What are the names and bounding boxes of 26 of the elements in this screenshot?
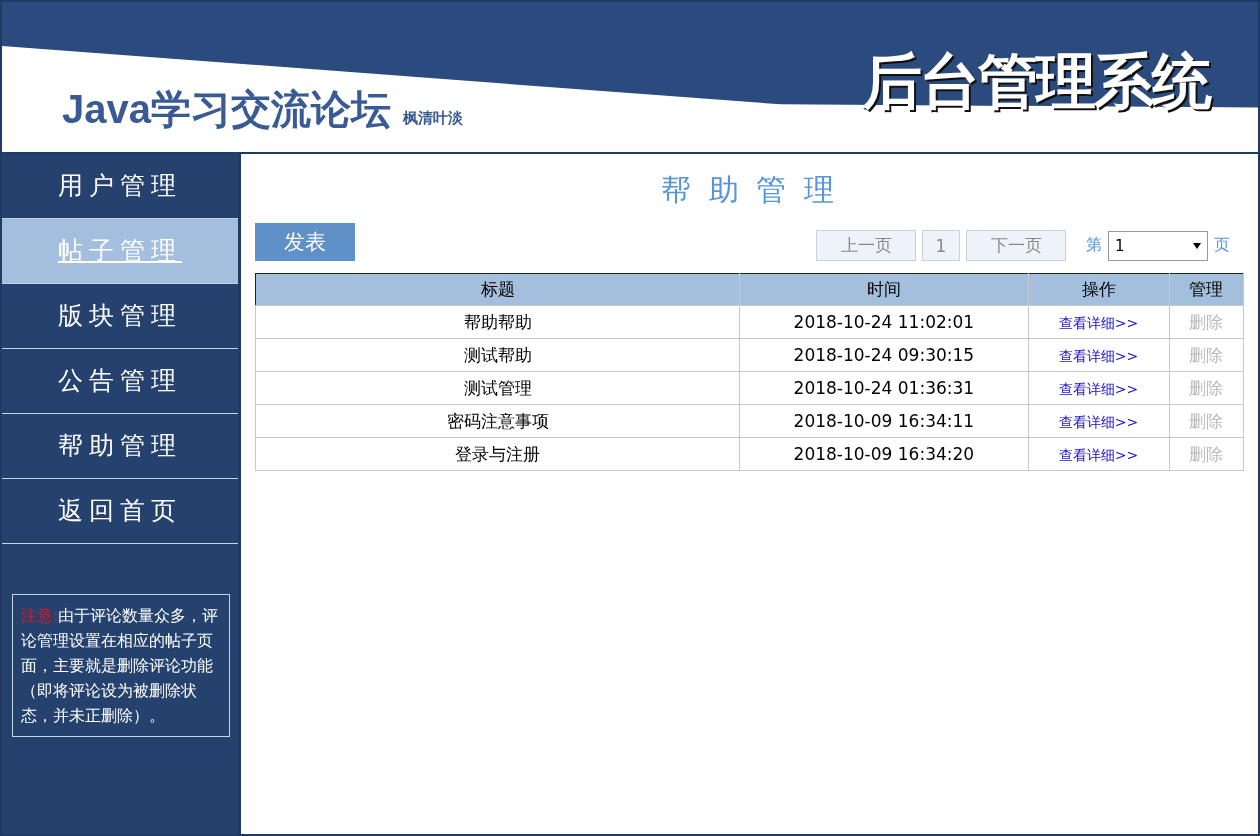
page-label: 第	[1086, 235, 1102, 256]
sidebar-item[interactable]: 返回首页	[2, 479, 238, 544]
table-cell: 2018-10-09 16:34:20	[739, 437, 1029, 471]
table-cell: 2018-10-24 09:30:15	[739, 338, 1029, 372]
column-header: 操作	[1028, 273, 1169, 306]
table-cell: 2018-10-24 01:36:31	[739, 371, 1029, 405]
sidebar-item[interactable]: 公告管理	[2, 349, 238, 414]
table-cell: 测试帮助	[255, 338, 740, 372]
page-select[interactable]: 1	[1108, 230, 1208, 261]
note-text: 注意:由于评论数量众多，评论管理设置在相应的帖子页面，主要就是删除评论功能（即将评论设为被删除状态，并未正删除）。	[12, 594, 230, 737]
table-cell: 2018-10-24 11:02:01	[739, 305, 1029, 339]
table-cell: 2018-10-09 16:34:11	[739, 404, 1029, 438]
table-cell: 测试管理	[255, 371, 740, 405]
sidebar-item[interactable]: 版块管理	[2, 284, 238, 349]
column-header: 时间	[739, 273, 1029, 306]
author-name: 枫清叶淡	[403, 109, 463, 128]
page-title: 帮 助 管 理	[660, 171, 839, 209]
sidebar-item[interactable]: 帮助管理	[2, 414, 238, 479]
site-title: Java学习交流论坛	[62, 86, 391, 133]
column-header: 管理	[1169, 273, 1244, 306]
column-header: 标题	[255, 273, 740, 306]
caret-icon	[1193, 242, 1201, 249]
table-cell: 密码注意事项	[255, 404, 740, 438]
table-cell: 登录与注册	[255, 437, 740, 471]
page-label: 页	[1214, 235, 1230, 256]
table-cell: 帮助帮助	[255, 305, 740, 339]
